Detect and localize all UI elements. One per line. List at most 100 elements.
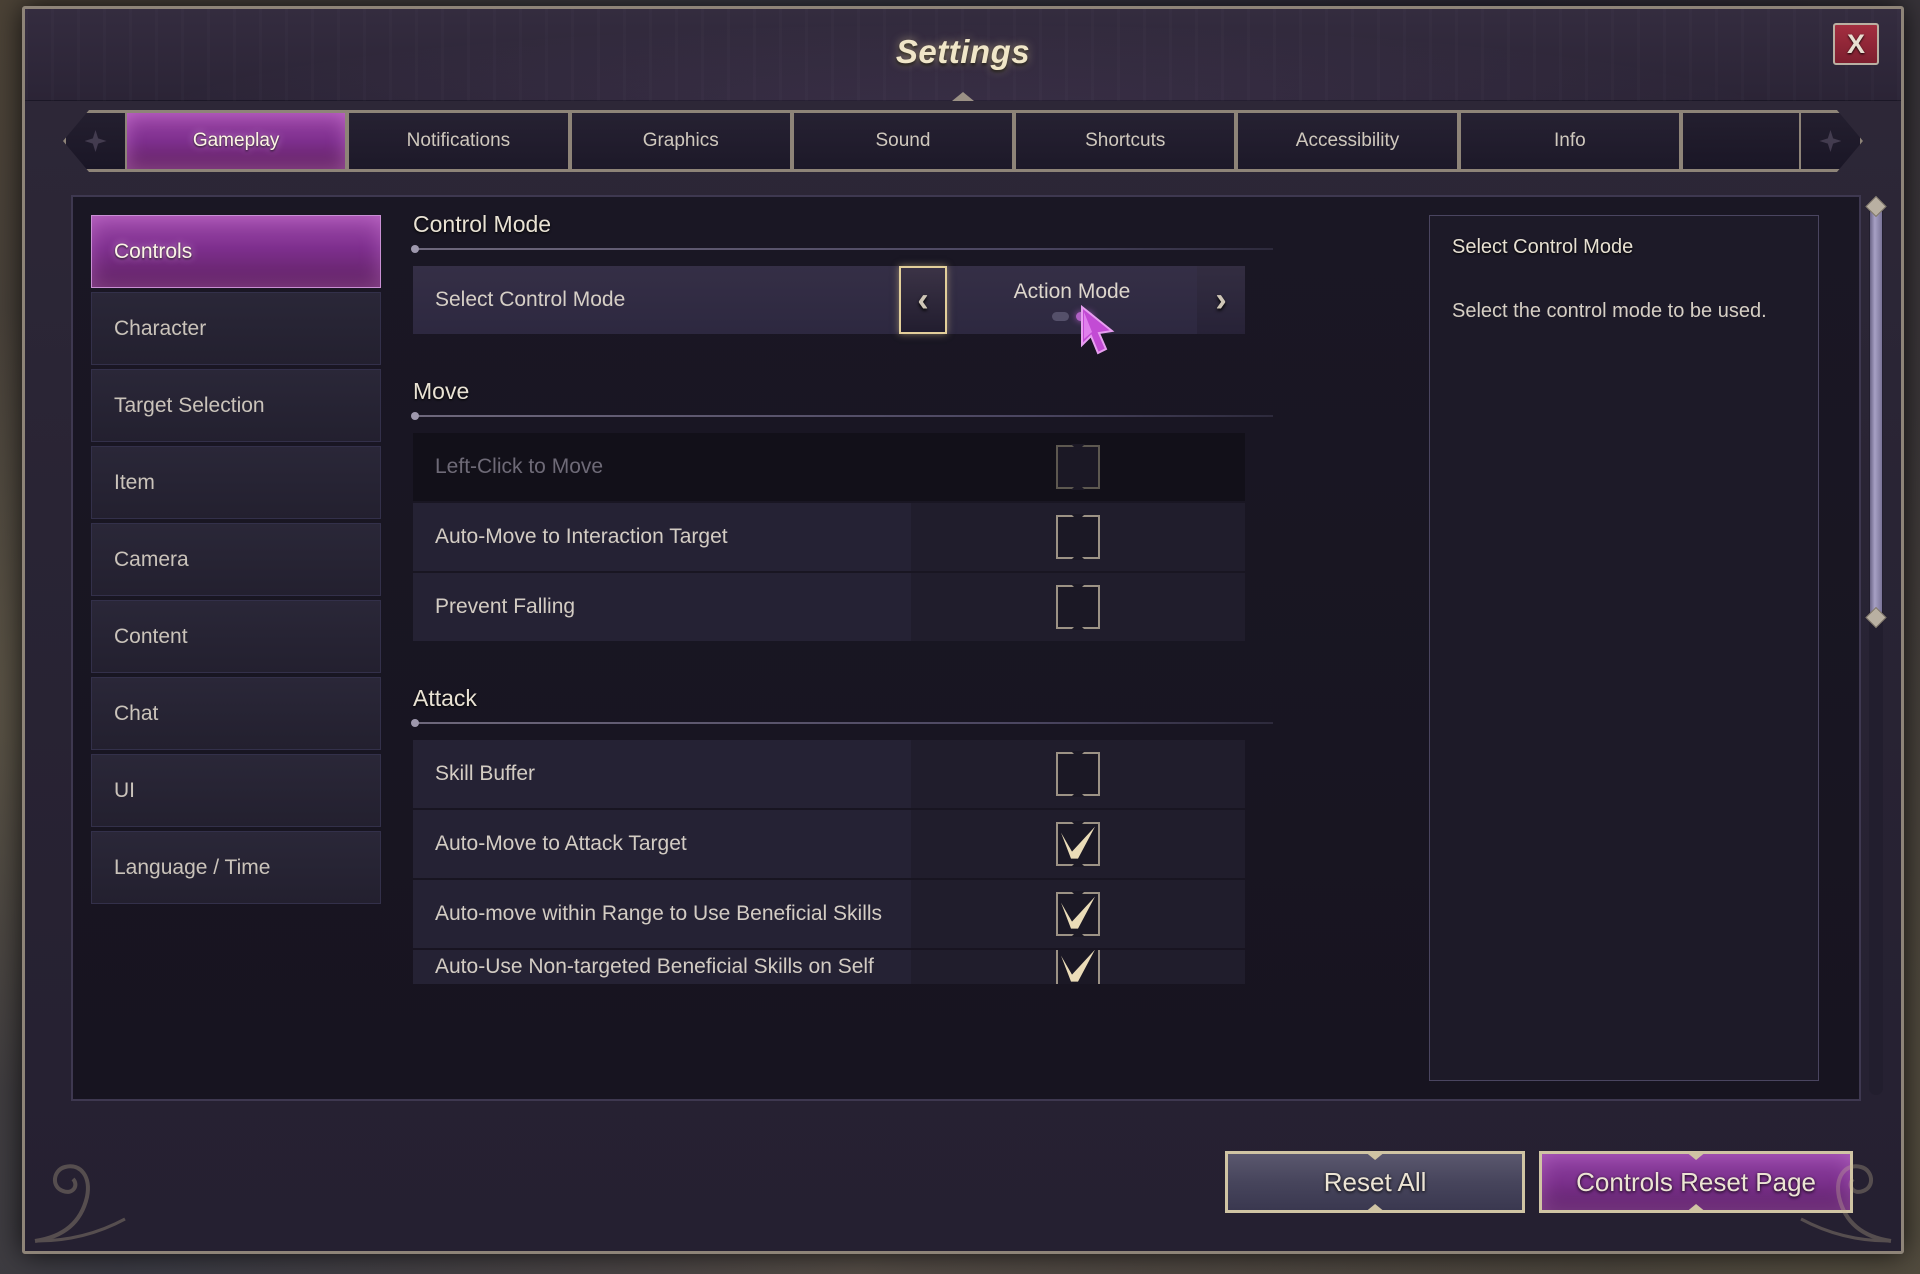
setting-label: Left-Click to Move xyxy=(413,433,911,501)
diamond-gem-icon xyxy=(84,130,107,152)
setting-label: Select Control Mode xyxy=(435,288,626,311)
checkbox-left-click-to-move[interactable] xyxy=(1056,445,1100,489)
checkmark-icon xyxy=(1061,826,1095,859)
setting-row-left-click-to-move[interactable]: Left-Click to Move xyxy=(413,433,1245,501)
section-attack: Attack Skill Buffer Auto-Move to Attack … xyxy=(411,685,1399,984)
reset-all-button[interactable]: Reset All xyxy=(1225,1151,1526,1213)
control-mode-value-text: Action Mode xyxy=(1013,279,1131,303)
info-panel: Select Control Mode Select the control m… xyxy=(1429,215,1819,1081)
sidebar: Controls Character Target Selection Item… xyxy=(73,197,381,1099)
scrollbar-cap-bottom-icon xyxy=(1865,606,1887,629)
setting-label: Auto-Use Non-targeted Beneficial Skills … xyxy=(413,950,911,984)
checkbox-auto-use-non-targeted-skills[interactable] xyxy=(1056,950,1100,984)
sidebar-item-item[interactable]: Item xyxy=(91,446,381,519)
info-panel-title: Select Control Mode xyxy=(1452,236,1634,258)
setting-row-auto-move-to-attack-target[interactable]: Auto-Move to Attack Target xyxy=(413,810,1245,878)
title-bar: Settings X xyxy=(25,9,1901,101)
control-mode-next-button[interactable]: › xyxy=(1197,266,1245,334)
tab-notifications[interactable]: Notifications xyxy=(347,110,570,172)
setting-row-auto-move-within-range[interactable]: Auto-move within Range to Use Beneficial… xyxy=(413,880,1245,948)
tab-scroll-left-endcap[interactable] xyxy=(63,110,125,172)
sidebar-item-label: Controls xyxy=(114,239,193,263)
section-heading: Control Mode xyxy=(413,211,552,237)
setting-label: Auto-move within Range to Use Beneficial… xyxy=(413,880,911,948)
sidebar-item-label: Chat xyxy=(114,701,159,725)
sidebar-item-label: Item xyxy=(114,470,155,494)
checkmark-icon xyxy=(1061,950,1095,982)
sidebar-item-label: Camera xyxy=(114,547,189,571)
setting-control xyxy=(911,740,1245,808)
settings-body: Controls Character Target Selection Item… xyxy=(71,195,1861,1101)
tab-gameplay[interactable]: Gameplay xyxy=(125,110,348,172)
tab-label: Notifications xyxy=(406,130,511,151)
tab-shortcuts[interactable]: Shortcuts xyxy=(1014,110,1237,172)
chevron-right-icon: › xyxy=(1215,281,1227,319)
sidebar-item-language-time[interactable]: Language / Time xyxy=(91,831,381,904)
setting-control xyxy=(911,880,1245,948)
tab-label: Info xyxy=(1553,130,1586,151)
checkbox-auto-move-to-interaction-target[interactable] xyxy=(1056,515,1100,559)
sidebar-item-target-selection[interactable]: Target Selection xyxy=(91,369,381,442)
setting-label: Prevent Falling xyxy=(413,573,911,641)
sidebar-item-label: Language / Time xyxy=(114,855,271,879)
control-mode-page-dots xyxy=(1051,311,1093,321)
section-divider xyxy=(411,245,1273,253)
checkbox-auto-move-to-attack-target[interactable] xyxy=(1056,822,1100,866)
section-divider xyxy=(411,719,1273,727)
chevron-left-icon: ‹ xyxy=(917,281,929,319)
setting-control xyxy=(911,950,1245,984)
close-icon: X xyxy=(1846,28,1865,59)
title-divider-caret xyxy=(952,92,974,101)
sidebar-item-label: Character xyxy=(114,316,207,340)
section-control-mode: Control Mode Select Control Mode ‹ Actio… xyxy=(411,211,1399,334)
sidebar-item-label: Target Selection xyxy=(114,393,265,417)
content-scrollbar-track[interactable] xyxy=(1865,195,1887,1095)
section-heading: Move xyxy=(413,378,470,404)
setting-row-auto-use-non-targeted-skills[interactable]: Auto-Use Non-targeted Beneficial Skills … xyxy=(413,950,1245,984)
setting-label: Auto-Move to Attack Target xyxy=(413,810,911,878)
control-mode-prev-button[interactable]: ‹ xyxy=(899,266,947,334)
controls-reset-page-label: Controls Reset Page xyxy=(1576,1166,1816,1197)
setting-row-prevent-falling[interactable]: Prevent Falling xyxy=(413,573,1245,641)
page-dot-1[interactable] xyxy=(1051,311,1069,321)
tab-label: Sound xyxy=(875,130,931,151)
page-title: Settings xyxy=(895,33,1031,70)
tab-scroll-right-endcap[interactable] xyxy=(1801,110,1863,172)
tab-graphics[interactable]: Graphics xyxy=(569,110,792,172)
settings-window: Settings X Gameplay Notifications Graphi… xyxy=(22,6,1904,1254)
close-button[interactable]: X xyxy=(1833,23,1879,65)
sidebar-item-chat[interactable]: Chat xyxy=(91,677,381,750)
controls-reset-page-button[interactable]: Controls Reset Page xyxy=(1539,1151,1853,1213)
reset-all-label: Reset All xyxy=(1323,1166,1427,1197)
sidebar-item-camera[interactable]: Camera xyxy=(91,523,381,596)
checkbox-auto-move-within-range[interactable] xyxy=(1056,892,1100,936)
section-move: Move Left-Click to Move Auto-Move to Int… xyxy=(411,378,1399,641)
section-divider xyxy=(411,412,1273,420)
sidebar-item-controls[interactable]: Controls xyxy=(91,215,381,288)
sidebar-item-character[interactable]: Character xyxy=(91,292,381,365)
tab-accessibility[interactable]: Accessibility xyxy=(1236,110,1459,172)
tab-label: Accessibility xyxy=(1295,130,1400,151)
setting-control xyxy=(911,810,1245,878)
sidebar-item-label: Content xyxy=(114,624,188,648)
content-scrollbar-thumb[interactable] xyxy=(1865,195,1887,629)
tab-label: Graphics xyxy=(642,130,719,151)
setting-control xyxy=(911,503,1245,571)
setting-row-auto-move-to-interaction-target[interactable]: Auto-Move to Interaction Target xyxy=(413,503,1245,571)
tab-bar-filler xyxy=(1680,110,1801,172)
checkbox-prevent-falling[interactable] xyxy=(1056,585,1100,629)
page-dot-2[interactable] xyxy=(1075,311,1093,321)
sidebar-item-content[interactable]: Content xyxy=(91,600,381,673)
setting-control xyxy=(911,573,1245,641)
footer-actions: Reset All Controls Reset Page xyxy=(25,1147,1901,1217)
setting-control xyxy=(911,433,1245,501)
tab-info[interactable]: Info xyxy=(1458,110,1681,172)
sidebar-item-label: UI xyxy=(114,778,135,802)
setting-row-skill-buffer[interactable]: Skill Buffer xyxy=(413,740,1245,808)
sidebar-item-ui[interactable]: UI xyxy=(91,754,381,827)
tab-bar: Gameplay Notifications Graphics Sound Sh… xyxy=(63,110,1863,172)
tab-label: Gameplay xyxy=(192,130,280,151)
checkbox-skill-buffer[interactable] xyxy=(1056,752,1100,796)
tab-sound[interactable]: Sound xyxy=(791,110,1015,172)
settings-scroll-column: Control Mode Select Control Mode ‹ Actio… xyxy=(381,197,1429,1099)
